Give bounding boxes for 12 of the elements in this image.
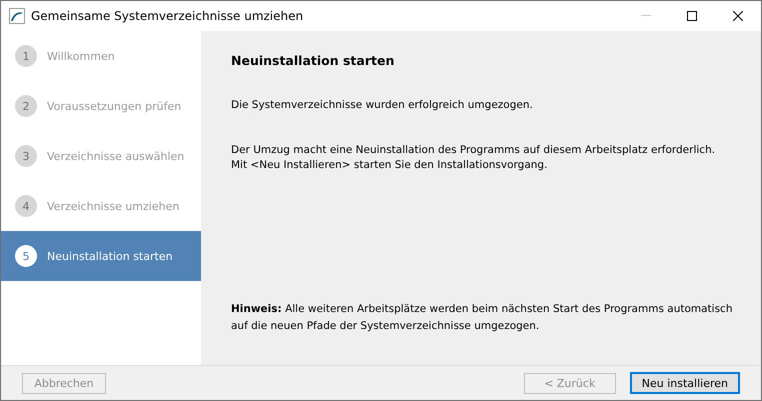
wizard-step[interactable]: 1 Willkommen	[1, 31, 201, 81]
wizard-step[interactable]: 5 Neuinstallation starten	[1, 231, 201, 281]
wizard-step[interactable]: 3 Verzeichnisse auswählen	[1, 131, 201, 181]
app-logo-icon	[9, 8, 25, 24]
info-text: Die Systemverzeichnisse wurden erfolgreich umgezogen.	[231, 98, 534, 113]
wizard-button[interactable]: Neu installieren	[630, 372, 740, 394]
note-text: Hinweis: Alle weiteren Arbeitsplätze werden beim nächsten Start des Programms automatisch auf die neuen Pfade der Systemverzeichnisse umgezogen.	[231, 302, 734, 334]
page-heading: Neuinstallation starten	[231, 53, 396, 68]
info-text: Der Umzug macht eine Neuinstallation des Programms auf diesem Arbeitsplatz erforderlich. Mit <Neu Installieren> starten Sie den Installationsvorgang.	[231, 143, 716, 173]
wizard-step[interactable]: 4 Verzeichnisse umziehen	[1, 181, 201, 231]
wizard-step[interactable]: 2 Voraussetzungen prüfen	[1, 81, 201, 131]
window-title: Gemeinsame Systemverzeichnisse umziehen	[31, 9, 304, 23]
